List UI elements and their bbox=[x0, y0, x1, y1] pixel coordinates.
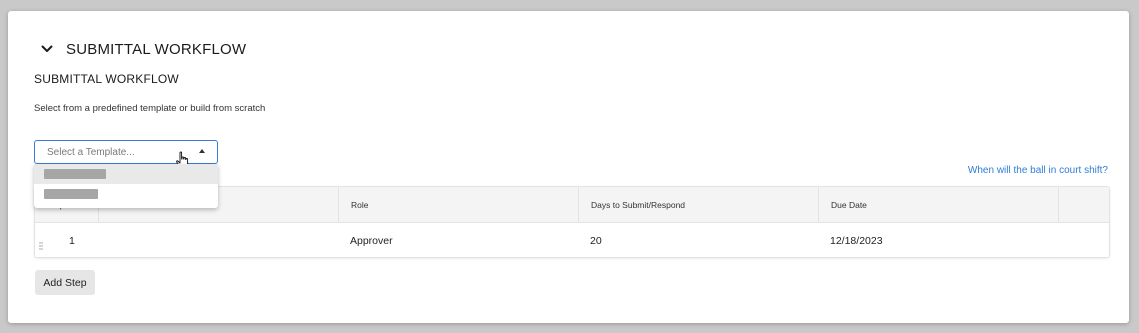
helper-text: Select from a predefined template or bui… bbox=[34, 103, 266, 114]
ball-in-court-link[interactable]: When will the ball in court shift? bbox=[968, 165, 1108, 176]
workflow-subtitle: SUBMITTAL WORKFLOW bbox=[34, 72, 179, 86]
cell-name bbox=[98, 223, 338, 257]
template-option[interactable] bbox=[34, 164, 218, 184]
column-header-role[interactable]: Role bbox=[338, 187, 578, 223]
template-select-placeholder: Select a Template... bbox=[47, 146, 135, 158]
cell-role: Approver bbox=[350, 234, 393, 247]
column-header-actions bbox=[1058, 187, 1109, 223]
caret-up-icon[interactable] bbox=[199, 149, 205, 153]
submittal-workflow-card: SUBMITTAL WORKFLOW SUBMITTAL WORKFLOW Se… bbox=[8, 11, 1129, 323]
cell-due-date: 12/18/2023 bbox=[830, 234, 883, 247]
section-header-toggle[interactable]: SUBMITTAL WORKFLOW bbox=[40, 38, 246, 60]
cell-step: 1 bbox=[69, 234, 75, 247]
column-header-days[interactable]: Days to Submit/Respond bbox=[578, 187, 818, 223]
column-header-due-date[interactable]: Due Date bbox=[818, 187, 1058, 223]
section-title: SUBMITTAL WORKFLOW bbox=[66, 40, 247, 58]
cell-days: 20 bbox=[590, 234, 602, 247]
table-row[interactable]: 1 Approver 20 12/18/2023 bbox=[35, 223, 1109, 257]
template-dropdown-menu bbox=[34, 164, 218, 208]
template-option[interactable] bbox=[34, 184, 218, 204]
redacted-option-label bbox=[44, 189, 98, 199]
redacted-option-label bbox=[44, 169, 106, 179]
chevron-down-icon[interactable] bbox=[40, 42, 54, 56]
drag-handle-icon[interactable] bbox=[39, 237, 43, 250]
add-step-button[interactable]: Add Step bbox=[35, 270, 95, 295]
